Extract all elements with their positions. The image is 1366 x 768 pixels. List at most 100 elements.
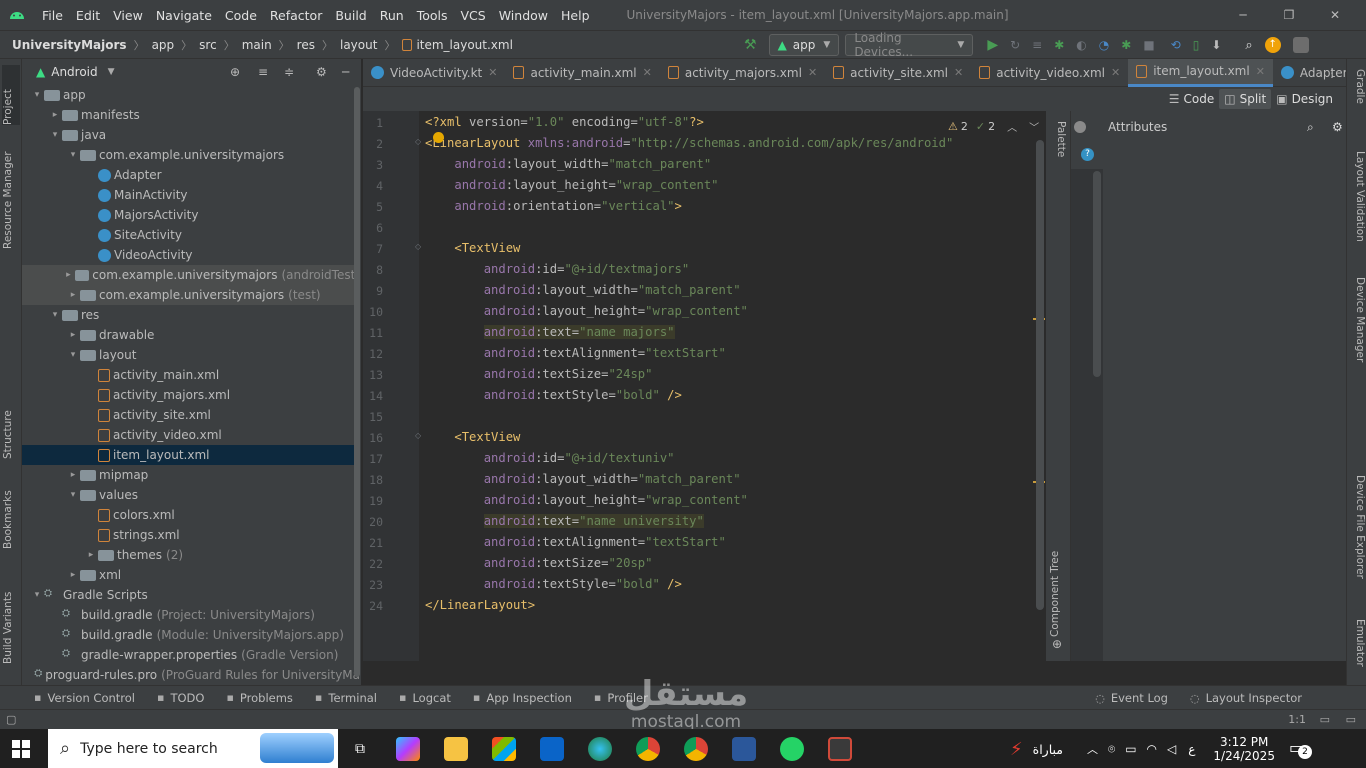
locate-icon[interactable]: ⊕: [230, 65, 240, 79]
gradle-tool-tab[interactable]: Gradle: [1348, 69, 1366, 129]
tree-item[interactable]: ⛭ gradle-wrapper.properties (Gradle Versio…: [22, 645, 360, 665]
code-line[interactable]: android:text="name majors": [425, 325, 675, 339]
collapse-all-icon[interactable]: ≑: [284, 65, 294, 79]
help-icon[interactable]: ?: [1081, 148, 1094, 161]
menu-refactor[interactable]: Refactor: [270, 8, 322, 23]
tree-item[interactable]: ▸ themes (2): [22, 545, 360, 565]
tree-item[interactable]: ▸ manifests: [22, 105, 360, 125]
bottom-tool-app-inspection[interactable]: ▪ App Inspection: [473, 691, 572, 705]
code-line[interactable]: android:textSize="24sp": [425, 367, 653, 381]
collapsed-arrow-icon[interactable]: ▸: [66, 290, 80, 300]
whatsapp-icon[interactable]: [780, 737, 804, 761]
tree-item[interactable]: strings.xml: [22, 525, 360, 545]
expanded-arrow-icon[interactable]: ▾: [66, 350, 80, 360]
editor-tab[interactable]: VideoActivity.kt ✕: [363, 59, 505, 87]
battery-icon[interactable]: ▭: [1125, 742, 1136, 756]
apply-changes-icon[interactable]: ↻: [1010, 38, 1020, 52]
expanded-arrow-icon[interactable]: ▾: [30, 90, 44, 100]
tree-item[interactable]: ▾ com.example.universitymajors: [22, 145, 360, 165]
tree-item[interactable]: ▾ ⛭ Gradle Scripts: [22, 585, 360, 605]
android-studio-taskbar-icon[interactable]: [828, 737, 852, 761]
code-line[interactable]: </LinearLayout>: [425, 598, 535, 612]
run-icon[interactable]: ▶: [987, 37, 998, 53]
news-icon[interactable]: ⚡: [1010, 739, 1023, 760]
build-variants-tool-tab[interactable]: Build Variants: [2, 584, 20, 664]
collapsed-arrow-icon[interactable]: ▸: [66, 330, 80, 340]
close-tab-icon[interactable]: ✕: [643, 66, 652, 79]
notifications-icon[interactable]: ▭ 2: [1289, 738, 1312, 760]
meet-now-icon[interactable]: ⌾: [1108, 742, 1115, 757]
menu-window[interactable]: Window: [499, 8, 548, 23]
code-line[interactable]: android:layout_height="wrap_content": [425, 178, 718, 192]
tree-item[interactable]: activity_main.xml: [22, 365, 360, 385]
menu-build[interactable]: Build: [335, 8, 366, 23]
close-tab-icon[interactable]: ✕: [1256, 65, 1265, 78]
collapsed-arrow-icon[interactable]: ▸: [66, 470, 80, 480]
code-line[interactable]: android:layout_height="wrap_content": [425, 304, 748, 318]
outlook-icon[interactable]: [540, 737, 564, 761]
lightbulb-icon[interactable]: [433, 132, 444, 143]
tree-item[interactable]: ⛭ build.gradle (Module: UniversityMajors.a…: [22, 625, 360, 645]
device-manager-icon[interactable]: ▯: [1193, 38, 1200, 52]
menu-navigate[interactable]: Navigate: [156, 8, 212, 23]
layout-validation-tool-tab[interactable]: Layout Validation: [1348, 151, 1366, 271]
bottom-tool-todo[interactable]: ▪ TODO: [157, 691, 204, 705]
tree-item[interactable]: Adapter: [22, 165, 360, 185]
tree-item[interactable]: ⛭ proguard-rules.pro (ProGuard Rules for U…: [22, 665, 360, 685]
bottom-tool-event-log[interactable]: ◌ Event Log: [1095, 691, 1168, 705]
file-explorer-icon[interactable]: [444, 737, 468, 761]
tree-item[interactable]: MajorsActivity: [22, 205, 360, 225]
chrome-icon[interactable]: [636, 737, 660, 761]
sdk-manager-icon[interactable]: ⬇: [1211, 38, 1221, 52]
maximize-icon[interactable]: ❐: [1266, 8, 1312, 22]
collapsed-arrow-icon[interactable]: ▸: [84, 550, 98, 560]
code-line[interactable]: android:layout_height="wrap_content": [425, 493, 748, 507]
word-icon[interactable]: [732, 737, 756, 761]
breadcrumb-item[interactable]: layout: [340, 38, 377, 52]
menu-edit[interactable]: Edit: [76, 8, 100, 23]
attach-debugger-icon[interactable]: ◐: [1076, 38, 1086, 52]
debug-icon[interactable]: ✱: [1054, 38, 1064, 52]
sync-gradle-icon[interactable]: ⟲: [1171, 38, 1181, 52]
apply-code-changes-icon[interactable]: ≡: [1032, 38, 1042, 52]
code-line[interactable]: <LinearLayout xmlns:android="http://sche…: [425, 136, 953, 150]
run-config-select[interactable]: ▲ app ▼: [768, 34, 840, 56]
split-mode-button[interactable]: ◫ Split: [1219, 89, 1272, 109]
collapsed-arrow-icon[interactable]: ▸: [66, 570, 80, 580]
gear-icon[interactable]: ⚙: [316, 65, 327, 79]
taskbar-search-box[interactable]: ⌕ Type here to search: [48, 729, 338, 768]
tree-item[interactable]: ▸ mipmap: [22, 465, 360, 485]
editor-scrollbar[interactable]: [1036, 140, 1044, 610]
minimize-icon[interactable]: ─: [1220, 8, 1266, 22]
device-manager-tool-tab[interactable]: Device Manager: [1348, 277, 1366, 387]
breadcrumb-item[interactable]: res: [297, 38, 315, 52]
expand-all-icon[interactable]: ≡: [258, 65, 268, 79]
project-view-select[interactable]: Android: [51, 65, 97, 79]
close-icon[interactable]: ✕: [1312, 8, 1358, 22]
code-line[interactable]: android:id="@+id/textuniv": [425, 451, 675, 465]
volume-icon[interactable]: ◁: [1167, 742, 1176, 756]
input-language[interactable]: ع: [1188, 742, 1195, 756]
tree-item[interactable]: item_layout.xml: [22, 445, 360, 465]
code-line[interactable]: <?xml version="1.0" encoding="utf-8"?>: [425, 115, 704, 129]
device-select[interactable]: Loading Devices... ▼: [845, 31, 974, 59]
hide-icon[interactable]: ─: [342, 65, 349, 79]
close-tab-icon[interactable]: ✕: [808, 66, 817, 79]
stop-icon[interactable]: ■: [1143, 38, 1154, 52]
tree-item[interactable]: ▾ values: [22, 485, 360, 505]
menu-help[interactable]: Help: [561, 8, 590, 23]
expanded-arrow-icon[interactable]: ▾: [66, 490, 80, 500]
coverage-icon[interactable]: ✱: [1121, 38, 1131, 52]
bottom-tool-logcat[interactable]: ▪ Logcat: [399, 691, 451, 705]
breadcrumb-item[interactable]: main: [242, 38, 272, 52]
breadcrumb-item[interactable]: src: [199, 38, 217, 52]
next-highlight-icon[interactable]: ﹀: [1029, 119, 1039, 134]
code-line[interactable]: android:layout_width="match_parent": [425, 157, 711, 171]
editor-tab[interactable]: activity_majors.xml ✕: [660, 59, 825, 87]
tree-item[interactable]: ⛭ build.gradle (Project: UniversityMajors): [22, 605, 360, 625]
bottom-tool-terminal[interactable]: ▪ Terminal: [315, 691, 377, 705]
menu-vcs[interactable]: VCS: [461, 8, 486, 23]
microsoft-store-icon[interactable]: [492, 737, 516, 761]
project-tool-tab[interactable]: Project: [2, 65, 20, 125]
code-line[interactable]: android:id="@+id/textmajors": [425, 262, 689, 276]
